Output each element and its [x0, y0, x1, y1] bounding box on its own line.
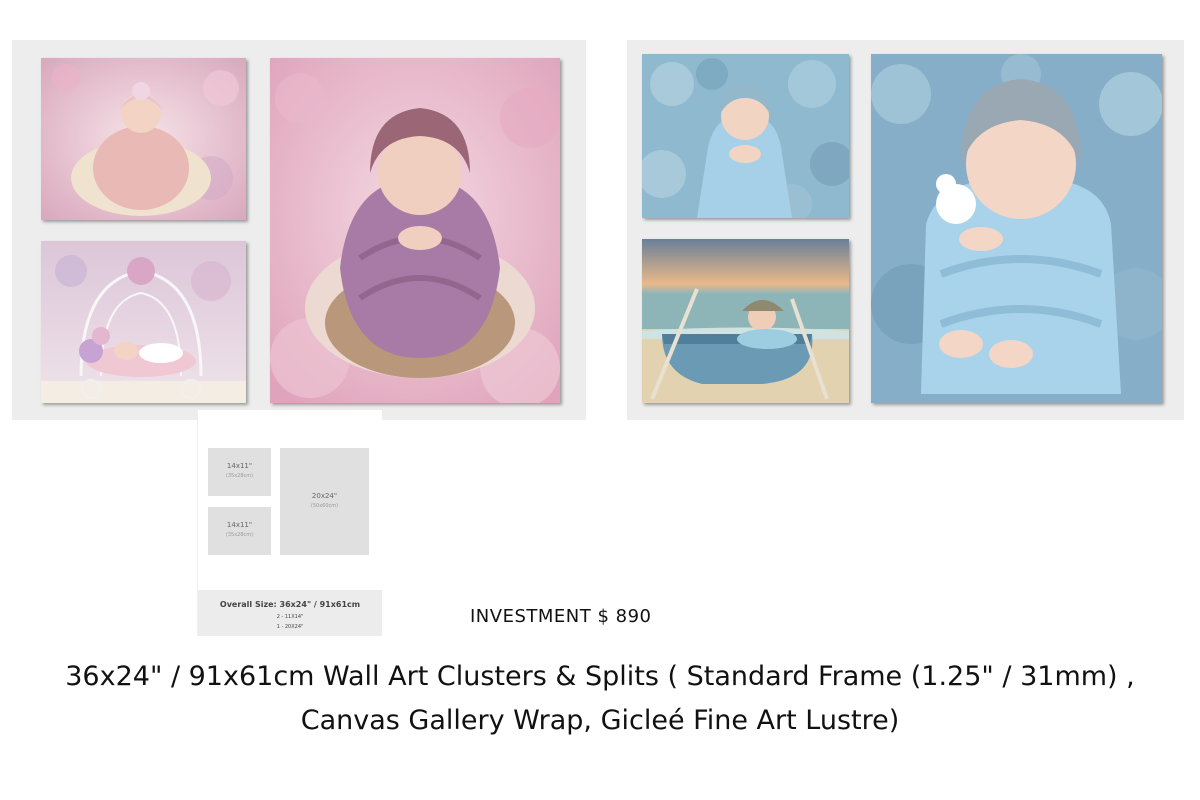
- baby-photo-pink-large: [270, 58, 560, 403]
- overall-size-label: Overall Size: 36x24" / 91x61cm: [219, 600, 361, 609]
- size-layout-diagram: 14x11" (35x28cm) 14x11" (35x28cm) 20x24"…: [197, 410, 382, 636]
- diagram-box-small-top: 14x11" (35x28cm): [208, 448, 271, 496]
- diagram-box-large: 20x24" (50x60cm): [280, 448, 369, 555]
- baby-photo-blue-fur: [642, 54, 849, 218]
- pink-cluster-panel: [12, 40, 586, 420]
- baby-photo-pink-carriage: [41, 241, 246, 403]
- piece-count-line: 2 - 11X14": [276, 614, 304, 620]
- baby-photo-pink-basket: [41, 58, 246, 220]
- box-size-label: 20x24": [311, 492, 338, 500]
- investment-price: INVESTMENT $ 890: [470, 606, 652, 627]
- box-size-label: 14x11": [226, 462, 253, 470]
- box-cm-label: (35x28cm): [225, 532, 254, 538]
- blue-cluster-panel: [627, 40, 1184, 420]
- box-cm-label: (50x60cm): [310, 503, 339, 509]
- baby-photo-blue-large: [871, 54, 1162, 403]
- box-cm-label: (35x28cm): [225, 473, 254, 479]
- diagram-box-small-bottom: 14x11" (35x28cm): [208, 507, 271, 555]
- box-size-label: 14x11": [226, 521, 253, 529]
- product-description: 36x24" / 91x61cm Wall Art Clusters & Spl…: [65, 661, 1135, 736]
- piece-count-line: 1 - 20X24": [276, 624, 304, 630]
- baby-photo-beach-boat: [642, 239, 849, 403]
